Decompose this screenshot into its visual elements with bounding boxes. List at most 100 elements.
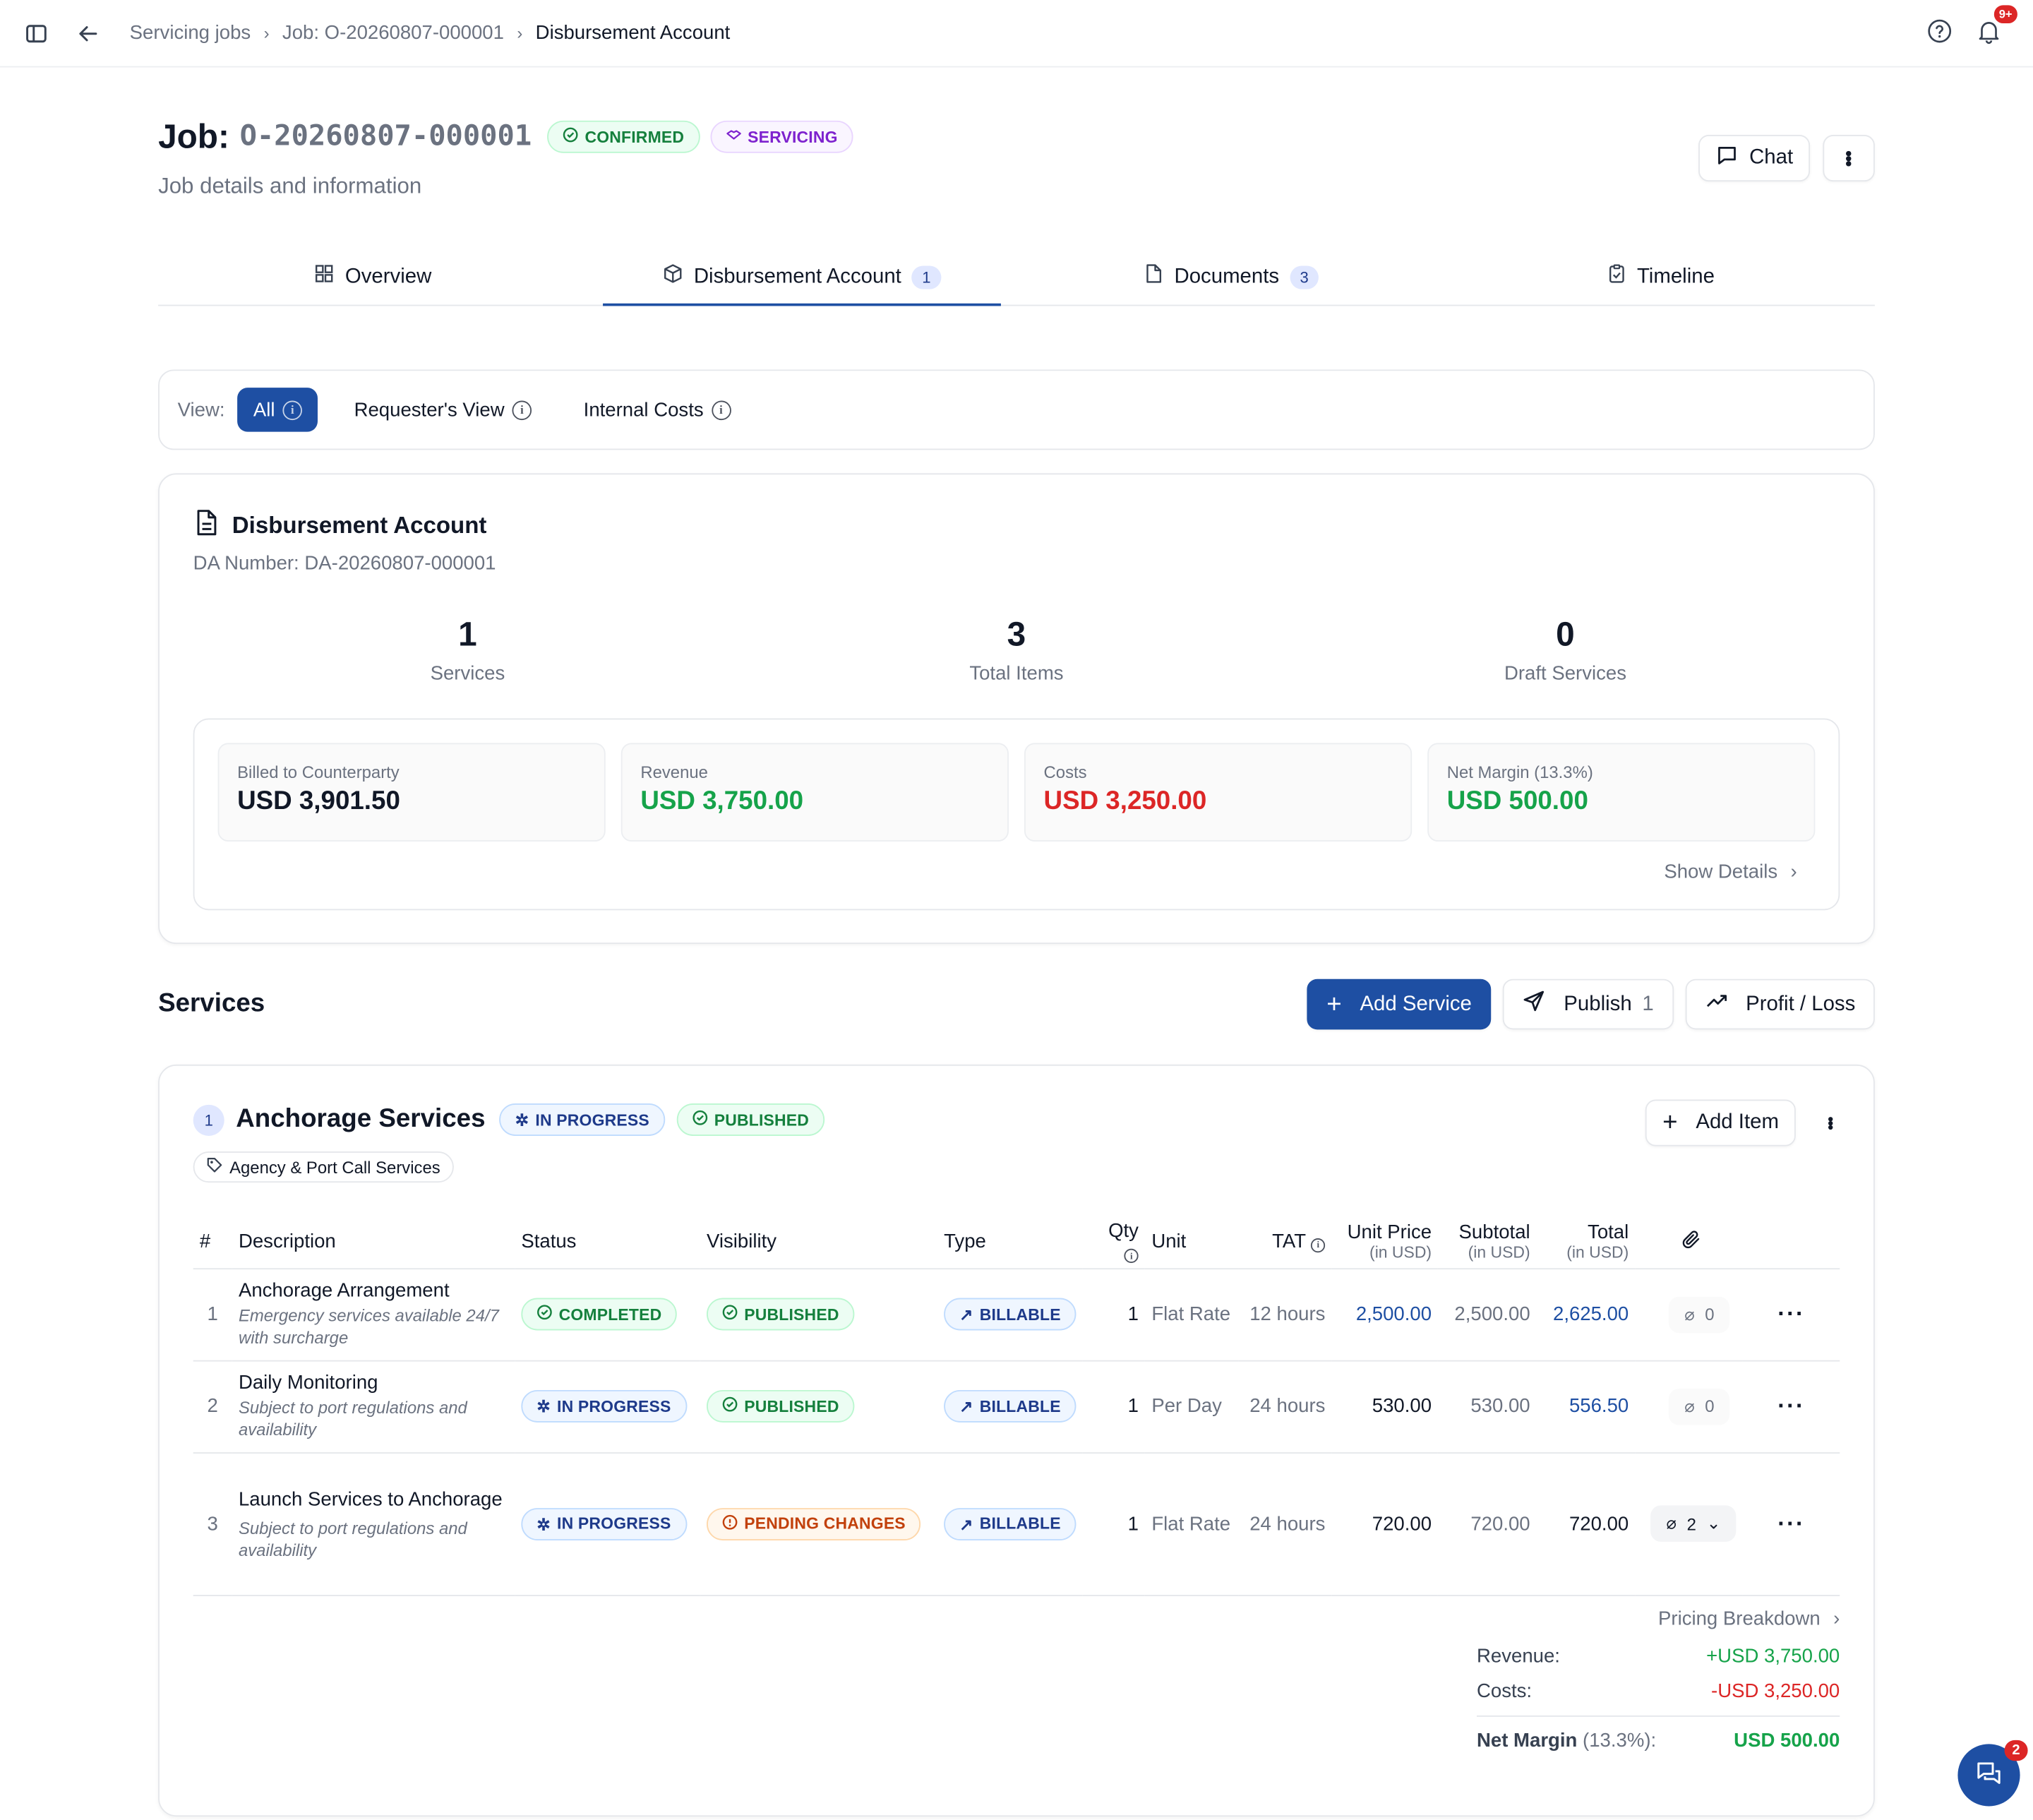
item-status-badge: COMPLETED xyxy=(521,1298,678,1331)
view-option-internal-costs[interactable]: Internal Costs i xyxy=(568,388,747,431)
pricing-revenue-row: Revenue: +USD 3,750.00 xyxy=(1477,1646,1840,1668)
attachments-dropdown[interactable]: ⌀ 2 ⌄ xyxy=(1650,1505,1737,1542)
attachment-count: 0 xyxy=(1705,1396,1715,1416)
revenue-box: Revenue USD 3,750.00 xyxy=(620,743,1009,842)
info-icon[interactable]: i xyxy=(711,400,731,420)
pricing-costs-row: Costs: -USD 3,250.00 xyxy=(1477,1680,1840,1702)
more-horizontal-icon[interactable]: ··· xyxy=(1777,1510,1805,1536)
item-type-badge: ↗ BILLABLE xyxy=(944,1298,1077,1331)
publish-button[interactable]: Publish 1 xyxy=(1502,978,1674,1030)
add-item-label: Add Item xyxy=(1696,1111,1779,1134)
disbursement-title: Disbursement Account xyxy=(232,512,487,539)
tab-disbursement-account[interactable]: Disbursement Account 1 xyxy=(587,249,1016,306)
row-unit: Flat Rate xyxy=(1151,1303,1231,1326)
back-arrow-icon[interactable] xyxy=(76,20,102,46)
col-subtotal-unit: (in USD) xyxy=(1468,1243,1530,1262)
view-selector: View: All i Requester's View i Internal … xyxy=(158,369,1875,450)
loader-icon: ✲ xyxy=(536,1515,551,1533)
show-details-link[interactable]: Show Details › xyxy=(1664,861,1797,883)
item-visibility-badge: PUBLISHED xyxy=(707,1298,855,1331)
col-status: Status xyxy=(521,1231,577,1253)
add-service-button[interactable]: + Add Service xyxy=(1307,978,1492,1030)
attachments-button[interactable]: ⌀ 0 xyxy=(1669,1388,1730,1425)
add-item-button[interactable]: + Add Item xyxy=(1645,1099,1796,1147)
tab-count: 1 xyxy=(911,265,942,289)
tab-timeline[interactable]: Timeline xyxy=(1446,249,1875,305)
document-icon xyxy=(193,508,220,544)
tab-overview[interactable]: Overview xyxy=(158,249,587,305)
check-circle-icon xyxy=(722,1396,738,1416)
paperclip-icon: ⌀ xyxy=(1666,1513,1677,1533)
more-options-button[interactable]: ••• xyxy=(1823,135,1875,182)
row-visibility: PENDING CHANGES xyxy=(700,1452,937,1595)
row-total: 720.00 xyxy=(1569,1512,1629,1535)
check-circle-icon xyxy=(563,127,578,147)
stat-label: Total Items xyxy=(969,662,1064,685)
more-vertical-icon: ••• xyxy=(1838,150,1859,166)
profit-loss-button[interactable]: Profit / Loss xyxy=(1684,978,1875,1030)
chat-button[interactable]: Chat xyxy=(1698,135,1811,182)
row-tat: 12 hours xyxy=(1249,1303,1326,1326)
row-total: 2,625.00 xyxy=(1552,1303,1629,1326)
grid-icon xyxy=(314,263,335,291)
item-status-badge: ✲ IN PROGRESS xyxy=(521,1507,687,1540)
info-icon[interactable]: i xyxy=(1311,1238,1326,1252)
breadcrumb-servicing-jobs[interactable]: Servicing jobs xyxy=(130,22,251,44)
check-circle-icon xyxy=(692,1110,708,1130)
more-horizontal-icon[interactable]: ··· xyxy=(1777,1300,1805,1327)
col-number: # xyxy=(199,1231,211,1253)
trending-up-icon: ↗ xyxy=(959,1305,973,1324)
view-option-label: All xyxy=(253,398,275,421)
handshake-icon xyxy=(726,127,741,147)
row-total: 556.50 xyxy=(1569,1395,1629,1418)
pricing-breakdown-link[interactable]: Pricing Breakdown › xyxy=(1477,1608,1840,1630)
row-unit: Per Day xyxy=(1151,1395,1222,1418)
service-status-badge: ✲ IN PROGRESS xyxy=(499,1103,665,1136)
disbursement-account-card: Disbursement Account DA Number: DA-20260… xyxy=(158,473,1875,945)
revenue-label: Revenue: xyxy=(1477,1645,1560,1668)
breadcrumb-job[interactable]: Job: O-20260807-000001 xyxy=(282,22,504,44)
view-option-requester[interactable]: Requester's View i xyxy=(339,388,548,431)
item-visibility-badge: PUBLISHED xyxy=(707,1389,855,1423)
bell-icon[interactable]: 9+ xyxy=(1976,5,2017,44)
loader-icon: ✲ xyxy=(536,1397,551,1416)
attachments-button[interactable]: ⌀ 0 xyxy=(1669,1295,1730,1333)
sidebar-toggle-icon[interactable] xyxy=(23,20,49,46)
financial-summary: Billed to Counterparty USD 3,901.50 Reven… xyxy=(193,718,1840,911)
paperclip-icon: ⌀ xyxy=(1684,1303,1695,1324)
margin-percent: (13.3%): xyxy=(1583,1730,1657,1752)
chat-fab-button[interactable]: 2 xyxy=(1957,1740,2028,1807)
net-margin-box: Net Margin (13.3%) USD 500.00 xyxy=(1427,743,1816,842)
type-badge: SERVICING xyxy=(709,120,853,153)
margin-label: Net Margin xyxy=(1477,1730,1578,1752)
service-items-table: # Description Status Visibility Type Qty… xyxy=(193,1216,1840,1596)
row-actions: ··· xyxy=(1743,1452,1840,1595)
row-qty: 1 xyxy=(1127,1512,1139,1535)
pricing-breakdown: Pricing Breakdown › Revenue: +USD 3,750.00… xyxy=(1477,1608,1840,1752)
stat-draft-services: 0 Draft Services xyxy=(1291,615,1840,685)
row-status: ✲ IN PROGRESS xyxy=(515,1452,700,1595)
more-vertical-icon[interactable]: ••• xyxy=(1822,1117,1840,1130)
plus-icon: + xyxy=(1662,1108,1678,1137)
row-status: ✲ IN PROGRESS xyxy=(515,1360,700,1452)
view-option-all[interactable]: All i xyxy=(237,388,318,432)
info-icon[interactable]: i xyxy=(1124,1249,1139,1264)
chevron-right-icon: › xyxy=(1790,861,1797,883)
info-icon[interactable]: i xyxy=(512,400,532,420)
chevron-down-icon: ⌄ xyxy=(1706,1513,1721,1533)
item-visibility-badge: PENDING CHANGES xyxy=(707,1507,921,1540)
tab-documents[interactable]: Documents 3 xyxy=(1016,249,1446,305)
more-horizontal-icon[interactable]: ··· xyxy=(1777,1393,1805,1419)
service-index: 1 xyxy=(193,1103,224,1136)
row-type: ↗ BILLABLE xyxy=(937,1268,1083,1360)
row-attachments: ⌀ 0 xyxy=(1635,1360,1742,1452)
col-total: Total (in USD) xyxy=(1537,1216,1636,1268)
row-qty: 1 xyxy=(1127,1395,1139,1418)
stat-label: Services xyxy=(430,662,505,685)
stat-services: 1 Services xyxy=(193,615,743,685)
view-option-label: Internal Costs xyxy=(583,398,704,421)
service-visibility-badge: PUBLISHED xyxy=(676,1103,825,1136)
row-subtotal: 720.00 xyxy=(1470,1512,1530,1535)
row-visibility: PUBLISHED xyxy=(700,1268,937,1360)
help-icon[interactable] xyxy=(1926,18,1953,44)
